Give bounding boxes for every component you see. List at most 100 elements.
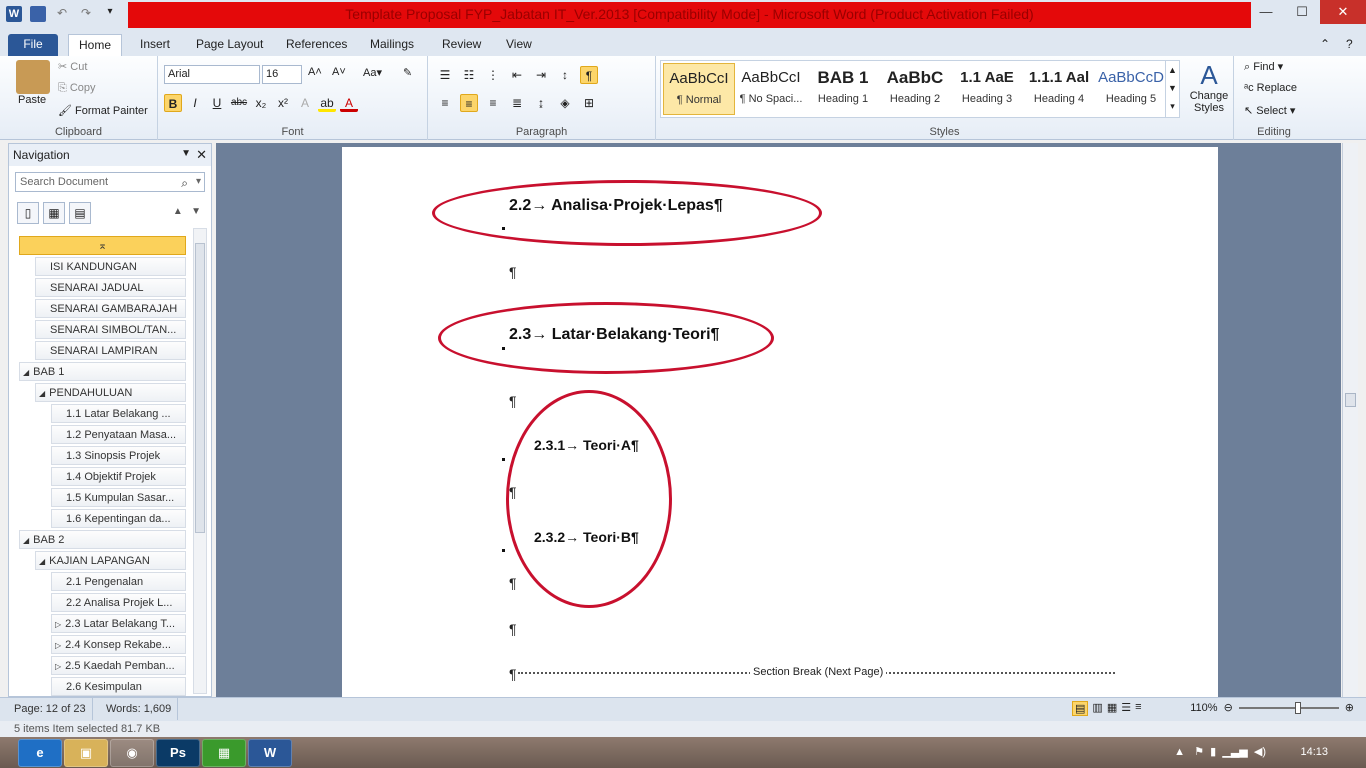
justify-icon[interactable]: ≣	[508, 94, 526, 112]
network-icon[interactable]: ▁▃▅	[1222, 746, 1247, 758]
cut-button[interactable]: ✂ Cut	[58, 60, 87, 73]
search-dropdown-icon[interactable]: ▾	[196, 173, 201, 191]
outline-view-icon[interactable]: ☰	[1121, 701, 1131, 716]
change-case-icon[interactable]: Aa▾	[363, 66, 382, 79]
collapse-icon[interactable]: ◢	[39, 557, 45, 566]
style-no-spacing[interactable]: AaBbCcI ¶ No Spaci...	[735, 63, 807, 115]
font-size-combo[interactable]: 16	[262, 65, 302, 84]
sort-icon[interactable]: ↕	[556, 66, 574, 84]
outline-item[interactable]: SENARAI SIMBOL/TAN...	[35, 320, 186, 339]
copy-button[interactable]: ⎘ Copy	[58, 82, 96, 95]
results-view-icon[interactable]: ▤	[69, 202, 91, 224]
ie-icon[interactable]: e	[18, 739, 62, 767]
multilevel-list-icon[interactable]: ⋮	[484, 66, 502, 84]
tab-view[interactable]: View	[496, 34, 542, 56]
photoshop-icon[interactable]: Ps	[156, 739, 200, 767]
outline-item[interactable]: ◢ KAJIAN LAPANGAN	[35, 551, 186, 570]
superscript-icon[interactable]: x²	[274, 94, 292, 112]
borders-icon[interactable]: ⊞	[580, 94, 598, 112]
doc-scroll-thumb[interactable]	[1345, 393, 1356, 407]
tray-arrow-icon[interactable]: ▲	[1174, 746, 1185, 758]
font-name-combo[interactable]: Arial	[164, 65, 260, 84]
minimize-button[interactable]: —	[1248, 0, 1284, 24]
customize-qat-icon[interactable]: ▾	[102, 6, 118, 22]
outline-item[interactable]: ▷ 2.4 Konsep Rekabe...	[51, 635, 186, 654]
outline-item[interactable]: 1.5 Kumpulan Sasar...	[51, 488, 186, 507]
document-scrollbar[interactable]	[1342, 143, 1358, 697]
underline-icon[interactable]: U	[208, 94, 226, 112]
draft-view-icon[interactable]: ≡	[1135, 701, 1141, 716]
down-icon[interactable]: ▼	[191, 206, 201, 217]
style-heading-5[interactable]: AaBbCcD Heading 5	[1095, 63, 1167, 115]
nav-scroll-thumb[interactable]	[195, 243, 205, 533]
clear-format-icon[interactable]: ✎	[403, 66, 412, 79]
outline-item[interactable]: SENARAI LAMPIRAN	[35, 341, 186, 360]
outline-item[interactable]: ▷ 2.3 Latar Belakang T...	[51, 614, 186, 633]
power-icon[interactable]: ▮	[1210, 746, 1216, 758]
style-heading-2[interactable]: AaBbC Heading 2	[879, 63, 951, 115]
pages-view-icon[interactable]: ▦	[43, 202, 65, 224]
style-heading-3[interactable]: 1.1 AaE Heading 3	[951, 63, 1023, 115]
zoom-level[interactable]: 110%	[1190, 702, 1217, 714]
clock[interactable]: 14:13	[1300, 746, 1328, 758]
tab-review[interactable]: Review	[432, 34, 491, 56]
bold-icon[interactable]: B	[164, 94, 182, 112]
tab-page-layout[interactable]: Page Layout	[186, 34, 273, 56]
tab-mailings[interactable]: Mailings	[360, 34, 424, 56]
expand-icon[interactable]: ▷	[55, 641, 61, 650]
outline-top-item[interactable]: ⌅	[19, 236, 186, 255]
outline-item[interactable]: 1.4 Objektif Projek	[51, 467, 186, 486]
align-right-icon[interactable]: ≡	[484, 94, 502, 112]
strikethrough-icon[interactable]: abc	[230, 94, 248, 112]
select-button[interactable]: ↖ Select ▾	[1244, 104, 1295, 117]
word-icon[interactable]: W	[6, 6, 22, 22]
outline-item[interactable]: 1.6 Kepentingan da...	[51, 509, 186, 528]
outline-item[interactable]: ◢ PENDAHULUAN	[35, 383, 186, 402]
search-icon[interactable]: ⌕	[181, 174, 188, 192]
chrome-icon[interactable]: ◉	[110, 739, 154, 767]
save-icon[interactable]	[30, 6, 46, 22]
expand-icon[interactable]: ▷	[55, 620, 61, 629]
tab-insert[interactable]: Insert	[130, 34, 180, 56]
web-layout-icon[interactable]: ▦	[1107, 701, 1117, 716]
italic-icon[interactable]: I	[186, 94, 204, 112]
font-color-icon[interactable]: A	[340, 94, 358, 112]
bullets-icon[interactable]: ☰	[436, 66, 454, 84]
outline-item[interactable]: ▷ 2.5 Kaedah Pemban...	[51, 656, 186, 675]
close-button[interactable]: ✕	[1320, 0, 1366, 24]
page-count[interactable]: Page: 12 of 23	[8, 698, 93, 720]
style-normal[interactable]: AaBbCcI ¶ Normal	[663, 63, 735, 115]
format-painter-button[interactable]: 🖌 Format Painter	[58, 104, 148, 117]
outline-item[interactable]: ◢ BAB 2	[19, 530, 186, 549]
outline-item[interactable]: 1.2 Penyataan Masa...	[51, 425, 186, 444]
print-layout-icon[interactable]: ▤	[1072, 701, 1089, 716]
volume-icon[interactable]: ◀)	[1254, 746, 1266, 758]
style-heading-4[interactable]: 1.1.1 Aal Heading 4	[1023, 63, 1095, 115]
paste-icon[interactable]	[16, 60, 50, 94]
tab-references[interactable]: References	[276, 34, 357, 56]
styles-scroll[interactable]: ▲ ▼ ▾	[1165, 61, 1179, 117]
outline-item[interactable]: SENARAI GAMBARAJAH	[35, 299, 186, 318]
replace-button[interactable]: ᵃc Replace	[1244, 82, 1297, 94]
find-button[interactable]: ⌕ Find ▾	[1244, 60, 1283, 74]
outline-item[interactable]: 2.1 Pengenalan	[51, 572, 186, 591]
show-formatting-icon[interactable]: ¶	[580, 66, 598, 84]
expand-icon[interactable]: ▷	[55, 662, 61, 671]
headings-view-icon[interactable]: ▯	[17, 202, 39, 224]
close-icon[interactable]: ✕	[196, 147, 207, 163]
nav-scrollbar[interactable]	[193, 228, 207, 694]
word-taskbar-icon[interactable]: W	[248, 739, 292, 767]
tab-file[interactable]: File	[8, 34, 58, 56]
undo-icon[interactable]: ↶	[54, 6, 70, 22]
decrease-indent-icon[interactable]: ⇤	[508, 66, 526, 84]
redo-icon[interactable]: ↷	[78, 6, 94, 22]
collapse-icon[interactable]: ◢	[23, 536, 29, 545]
tab-home[interactable]: Home	[68, 34, 123, 56]
collapse-icon[interactable]: ◢	[39, 389, 45, 398]
explorer-icon[interactable]: ▣	[64, 739, 108, 767]
numbering-icon[interactable]: ☷	[460, 66, 478, 84]
outline-item[interactable]: 1.3 Sinopsis Projek	[51, 446, 186, 465]
zoom-slider[interactable]	[1238, 701, 1339, 714]
up-icon[interactable]: ▲	[173, 206, 183, 217]
shrink-font-icon[interactable]: A˅	[332, 66, 346, 78]
